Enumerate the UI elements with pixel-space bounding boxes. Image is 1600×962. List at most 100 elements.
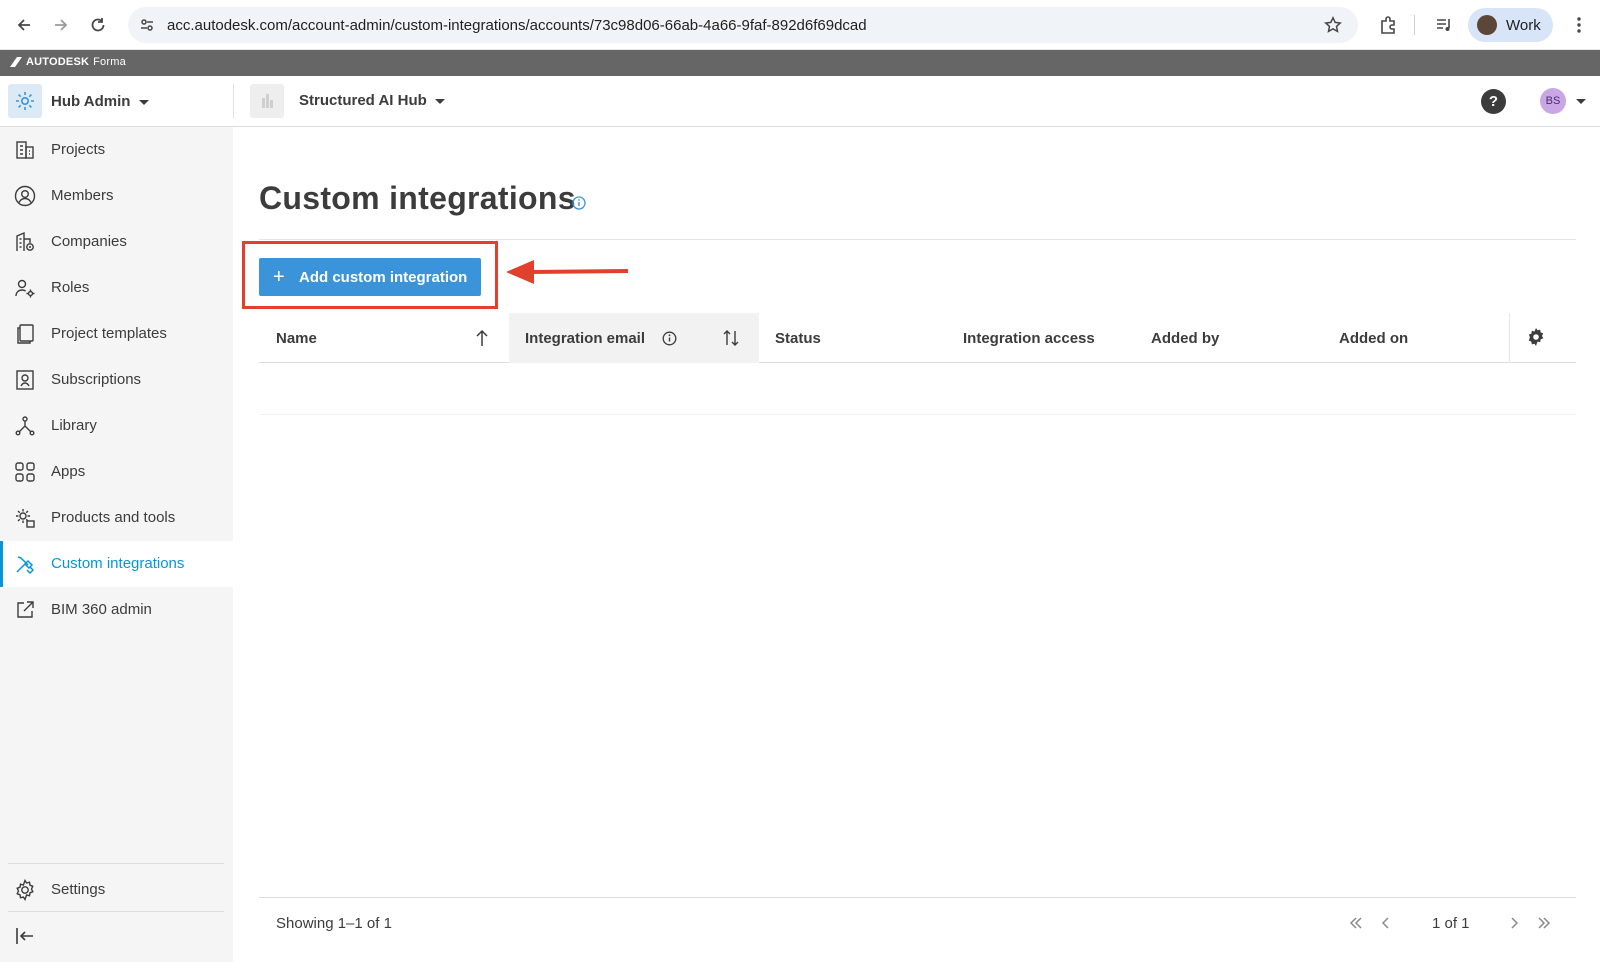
user-gear-icon [14, 277, 36, 299]
profile-avatar [1477, 15, 1497, 35]
brand-name: AUTODESK [26, 56, 90, 68]
sort-ascending-icon[interactable] [475, 329, 489, 351]
sidebar-item-project-templates[interactable]: Project templates [0, 311, 233, 357]
sidebar-item-label: Members [51, 187, 114, 204]
title-divider [259, 239, 1576, 240]
building-icon [14, 139, 36, 161]
extensions-icon[interactable] [1376, 13, 1400, 37]
showing-count: Showing 1–1 of 1 [276, 915, 392, 932]
page-title: Custom integrations [259, 180, 576, 216]
sidebar-item-products-and-tools[interactable]: Products and tools [0, 495, 233, 541]
module-chevron-down-icon [139, 100, 149, 105]
column-header-label: Integration email [525, 330, 646, 347]
hub-chevron-down-icon [435, 99, 445, 104]
sidebar-item-label: Library [51, 417, 97, 434]
sidebar-item-projects[interactable]: Projects [0, 127, 233, 173]
hub-thumbnail [250, 84, 284, 118]
first-page-icon[interactable] [1345, 912, 1367, 934]
products-gear-icon [14, 507, 36, 529]
next-page-icon[interactable] [1503, 912, 1525, 934]
help-button[interactable]: ? [1481, 89, 1506, 114]
brand-strip: AUTODESK Forma [0, 50, 1600, 76]
last-page-icon[interactable] [1533, 912, 1555, 934]
user-circle-icon [14, 185, 36, 207]
collapse-sidebar-icon[interactable] [14, 925, 36, 947]
address-bar[interactable]: acc.autodesk.com/account-admin/custom-in… [128, 7, 1358, 43]
page-indicator: 1 of 1 [1432, 915, 1470, 932]
sidebar-item-label: Products and tools [51, 509, 176, 526]
sidebar-item-settings[interactable]: Settings [0, 867, 233, 913]
profile-label: Work [1506, 17, 1541, 34]
sidebar-item-label: Roles [51, 279, 90, 296]
forward-icon[interactable] [49, 13, 73, 37]
plus-icon: + [273, 266, 285, 288]
table-row-divider [259, 414, 1576, 415]
hub-admin-gear-icon [8, 84, 42, 118]
sidebar-item-label: Project templates [51, 325, 167, 342]
sidebar-item-apps[interactable]: Apps [0, 449, 233, 495]
module-switcher[interactable]: Hub Admin [8, 84, 226, 120]
sidebar-item-roles[interactable]: Roles [0, 265, 233, 311]
add-custom-integration-button[interactable]: + Add custom integration [259, 258, 481, 296]
sidebar-item-label: Projects [51, 141, 106, 158]
column-divider [1509, 313, 1510, 363]
column-header-label: Name [276, 330, 317, 347]
column-header-added-on[interactable]: Added on [1323, 313, 1509, 363]
sidebar-item-label: Subscriptions [51, 371, 142, 388]
column-header-label: Integration access [963, 330, 1095, 347]
brand-logo: AUTODESK Forma [10, 56, 126, 68]
autodesk-logo-icon [10, 57, 22, 67]
column-header-integration-email[interactable]: Integration email [509, 313, 759, 363]
sidebar-item-subscriptions[interactable]: Subscriptions [0, 357, 233, 403]
sidebar-item-companies[interactable]: Companies [0, 219, 233, 265]
browser-menu-icon[interactable] [1567, 13, 1591, 37]
back-icon[interactable] [12, 13, 36, 37]
browser-profile-chip[interactable]: Work [1468, 8, 1553, 42]
sidebar-item-label: Settings [51, 881, 106, 898]
toolbar-divider [1414, 15, 1415, 35]
previous-page-icon[interactable] [1375, 912, 1397, 934]
sidebar-item-label: Custom integrations [51, 555, 185, 572]
sidebar-item-custom-integrations[interactable]: Custom integrations [0, 541, 233, 587]
library-icon [14, 415, 36, 437]
subscription-icon [14, 369, 36, 391]
sidebar-item-library[interactable]: Library [0, 403, 233, 449]
sidebar-item-label: Apps [51, 463, 86, 480]
reload-icon[interactable] [86, 13, 110, 37]
media-controls-icon[interactable] [1432, 13, 1456, 37]
column-header-label: Status [775, 330, 821, 347]
template-icon [14, 323, 36, 345]
column-settings-gear-icon[interactable] [1526, 327, 1546, 352]
integration-tools-icon [14, 553, 36, 575]
column-header-label: Added on [1339, 330, 1409, 347]
sidebar: Projects Members Companies Roles Project… [0, 127, 233, 962]
bookmark-star-icon[interactable] [1324, 16, 1342, 39]
module-label: Hub Admin [51, 93, 131, 110]
sidebar-item-bim-360-admin[interactable]: BIM 360 admin [0, 587, 233, 633]
external-link-icon [14, 599, 36, 621]
site-settings-icon[interactable] [139, 17, 155, 38]
sidebar-item-label: BIM 360 admin [51, 601, 152, 618]
annotation-arrow [506, 260, 629, 284]
user-avatar[interactable]: BS [1540, 88, 1566, 114]
sidebar-item-members[interactable]: Members [0, 173, 233, 219]
sort-toggle-icon[interactable] [723, 329, 739, 351]
avatar-chevron-down-icon[interactable] [1576, 99, 1586, 104]
column-header-integration-access[interactable]: Integration access [947, 313, 1135, 363]
column-header-label: Added by [1151, 330, 1220, 347]
hub-switcher[interactable]: Structured AI Hub [299, 76, 449, 126]
apps-grid-icon [14, 461, 36, 483]
hub-name: Structured AI Hub [299, 92, 427, 109]
info-icon[interactable] [572, 196, 586, 215]
app-header: Hub Admin Structured AI Hub ? BS [0, 76, 1600, 127]
url-text: acc.autodesk.com/account-admin/custom-in… [167, 17, 867, 34]
sidebar-item-label: Companies [51, 233, 127, 250]
column-header-added-by[interactable]: Added by [1135, 313, 1323, 363]
header-divider [233, 84, 234, 118]
sidebar-divider [8, 911, 224, 912]
info-icon[interactable] [662, 331, 677, 350]
footer-divider [259, 897, 1576, 898]
column-header-status[interactable]: Status [759, 313, 947, 363]
column-header-name[interactable]: Name [259, 313, 509, 363]
brand-product: Forma [93, 56, 126, 68]
